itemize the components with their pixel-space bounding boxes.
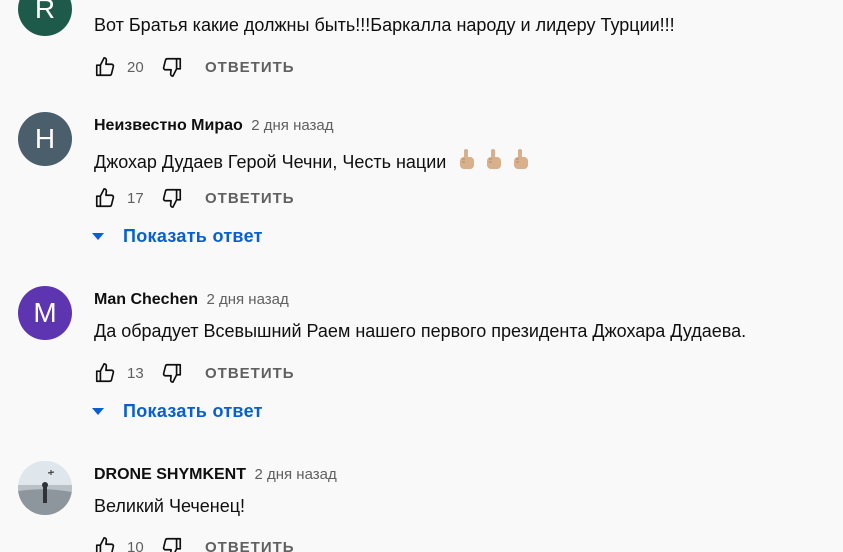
- reply-button[interactable]: ОТВЕТИТЬ: [205, 59, 295, 76]
- like-icon[interactable]: [94, 187, 116, 209]
- comment-actions: 10 ОТВЕТИТЬ: [94, 535, 295, 552]
- dislike-icon[interactable]: [161, 187, 183, 209]
- avatar[interactable]: M: [18, 286, 72, 340]
- comment-actions: 20 ОТВЕТИТЬ: [94, 55, 295, 79]
- like-icon[interactable]: [94, 56, 116, 78]
- index-pointing-up-emoji: [457, 148, 531, 175]
- avatar[interactable]: Н: [18, 112, 72, 166]
- avatar-letter: Н: [34, 123, 56, 154]
- comment-header: DRONE SHYMKENT 2 дня назад: [94, 466, 337, 484]
- comment-actions: 13 ОТВЕТИТЬ: [94, 361, 295, 385]
- reply-button[interactable]: ОТВЕТИТЬ: [205, 539, 295, 552]
- author-name[interactable]: DRONE SHYMKENT: [94, 466, 246, 483]
- caret-down-icon: [92, 233, 104, 240]
- author-name[interactable]: Man Chechen: [94, 291, 198, 308]
- avatar-letter: M: [33, 297, 57, 328]
- like-icon[interactable]: [94, 536, 116, 552]
- dislike-icon[interactable]: [161, 536, 183, 552]
- show-replies-button[interactable]: Показать ответ: [92, 401, 263, 422]
- like-count: 20: [127, 58, 144, 76]
- comment-text: Вот Братья какие должны быть!!!Баркалла …: [94, 15, 675, 35]
- comment-header: Man Chechen 2 дня назад: [94, 291, 289, 309]
- comment-text: Великий Чеченец!: [94, 496, 246, 516]
- like-count: 17: [127, 189, 144, 207]
- reply-button[interactable]: ОТВЕТИТЬ: [205, 190, 295, 207]
- like-count: 13: [127, 364, 144, 382]
- avatar[interactable]: [18, 461, 72, 515]
- comment-text-content: Джохар Дудаев Герой Чечни, Честь нации: [94, 152, 447, 172]
- like-count: 10: [127, 538, 144, 552]
- reply-button[interactable]: ОТВЕТИТЬ: [205, 365, 295, 382]
- show-replies-button[interactable]: Показать ответ: [92, 226, 263, 247]
- drone-photo-avatar: [18, 461, 72, 515]
- comment-actions: 17 ОТВЕТИТЬ: [94, 186, 295, 210]
- caret-down-icon: [92, 408, 104, 415]
- dislike-icon[interactable]: [161, 56, 183, 78]
- comment-header: Неизвестно Мирао 2 дня назад: [94, 117, 334, 135]
- like-icon[interactable]: [94, 362, 116, 384]
- comment-timestamp[interactable]: 2 дня назад: [206, 291, 288, 308]
- dislike-icon[interactable]: [161, 362, 183, 384]
- comment-timestamp[interactable]: 2 дня назад: [254, 466, 336, 483]
- comment-text: Джохар Дудаев Герой Чечни, Честь нации: [94, 148, 531, 175]
- show-replies-label: Показать ответ: [123, 401, 263, 421]
- author-name[interactable]: Неизвестно Мирао: [94, 117, 243, 134]
- show-replies-label: Показать ответ: [123, 226, 263, 246]
- comment-text: Да обрадует Всевышний Раем нашего первог…: [94, 321, 747, 341]
- comments-thread: R Вот Братья какие должны быть!!!Баркалл…: [0, 0, 843, 552]
- avatar[interactable]: R: [18, 0, 72, 36]
- avatar-letter: R: [34, 0, 56, 24]
- comment-timestamp[interactable]: 2 дня назад: [251, 117, 333, 134]
